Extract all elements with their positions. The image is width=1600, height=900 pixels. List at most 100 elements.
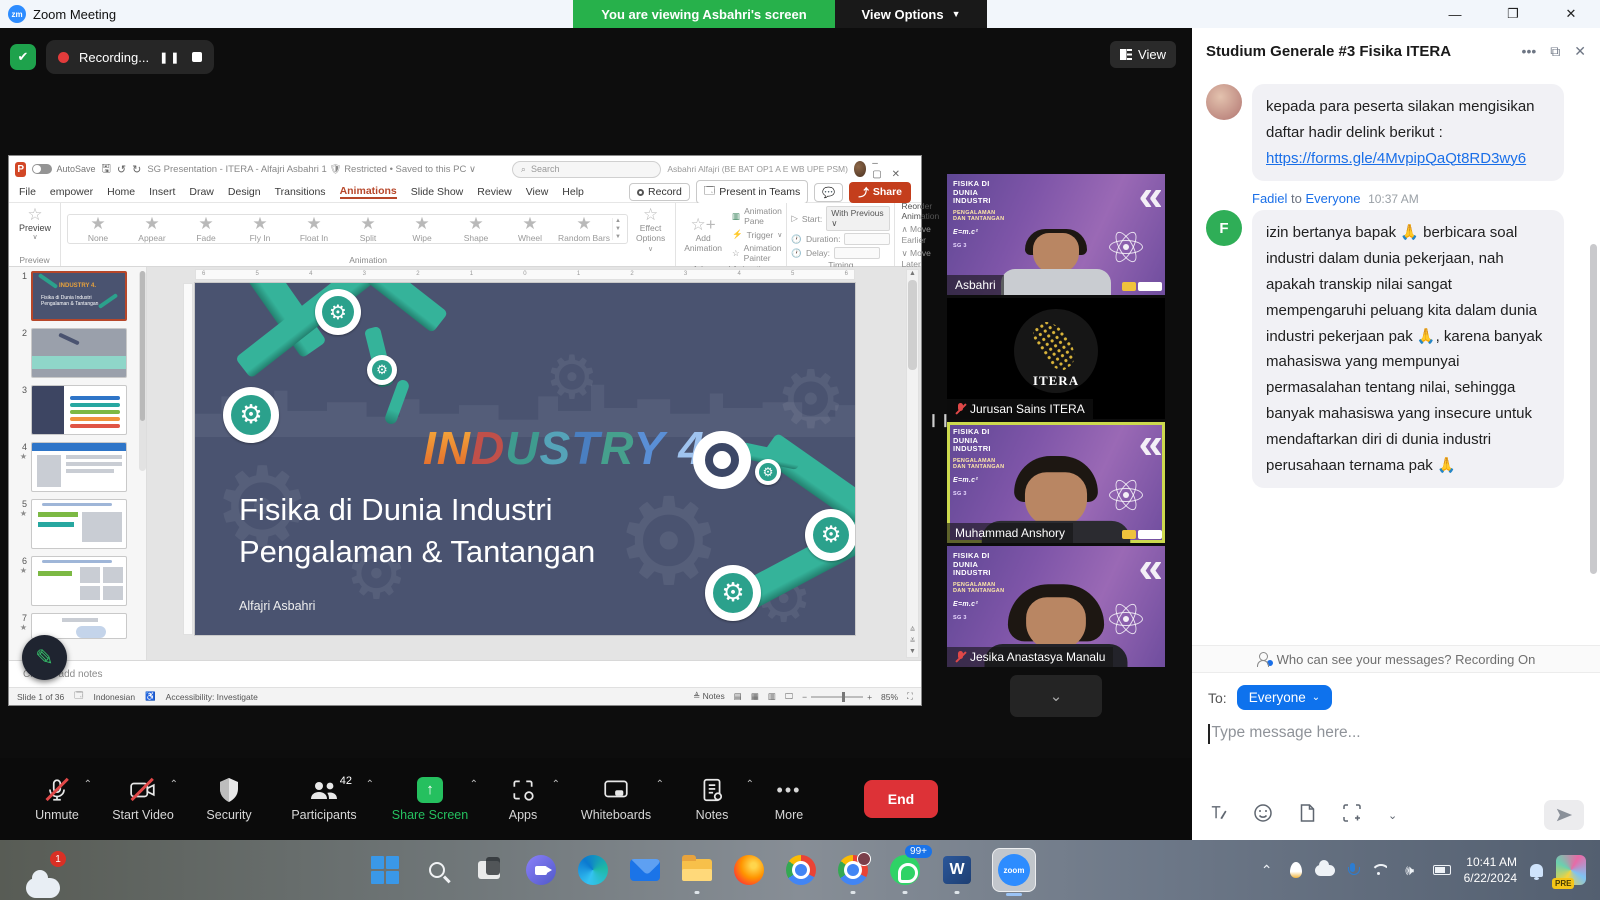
hidden-icons-chevron[interactable]: ⌃ — [1257, 862, 1277, 879]
trigger-button[interactable]: ⚡Trigger ∨ — [732, 229, 782, 240]
zoom-taskbar-icon[interactable]: zoom — [992, 848, 1036, 892]
add-animation-button[interactable]: ☆+ Add Animation — [680, 216, 726, 254]
animation-style[interactable]: ★ Float In — [288, 215, 340, 243]
video-tile-jesika[interactable]: FISIKA DIDUNIAINDUSTRI PENGALAMANDAN TAN… — [947, 546, 1165, 667]
chrome-profile-icon[interactable] — [836, 853, 870, 887]
effect-options-button[interactable]: ☆ Effect Options ∨ — [630, 206, 671, 253]
record-button[interactable]: Record — [629, 183, 690, 201]
notes-button[interactable]: ⌃ Notes — [670, 763, 754, 835]
slide-thumbnail-4[interactable]: 4★ — [13, 442, 144, 492]
ppt-menu-item[interactable]: Design — [228, 186, 261, 198]
slide-thumbnail-5[interactable]: 5★ — [13, 499, 144, 549]
chrome-icon[interactable] — [784, 853, 818, 887]
video-tile-jurusan-sains[interactable]: ITERA Jurusan Sains ITERA — [947, 298, 1165, 419]
file-icon[interactable] — [1299, 803, 1316, 828]
slideshow-button[interactable]: 🖵 — [785, 691, 793, 702]
previous-slide-button[interactable]: ≙ — [910, 626, 916, 634]
comments-button[interactable]: 💬 — [814, 183, 843, 202]
security-button[interactable]: Security — [186, 763, 272, 835]
attendance-link[interactable]: https://forms.gle/4MvpipQaQt8RD3wy6 — [1266, 150, 1526, 167]
save-icon[interactable]: 🖫 — [102, 160, 111, 179]
pre-app-icon[interactable]: PRE — [1556, 855, 1586, 885]
animation-painter-button[interactable]: ☆Animation Painter — [732, 243, 782, 263]
more-button[interactable]: ••• More — [754, 763, 824, 835]
account-avatar[interactable] — [854, 161, 866, 177]
onedrive-cloud-icon[interactable] — [1315, 865, 1335, 876]
ppt-share-button[interactable]: ⤴ Share — [849, 182, 911, 203]
restore-button[interactable]: ❐ — [1484, 6, 1542, 22]
teams-chat-icon[interactable] — [524, 853, 558, 887]
ppt-menu-item[interactable]: Slide Show — [411, 186, 464, 198]
slide-thumbnail-2[interactable]: 2 — [13, 328, 144, 378]
move-later-button[interactable]: ∨ Move Later — [901, 248, 939, 269]
preview-button[interactable]: ☆ Preview ∨ — [13, 206, 57, 241]
gallery-scroll-buttons[interactable]: ▲▼▼ — [612, 218, 623, 240]
chat-scrollbar[interactable] — [1590, 244, 1597, 574]
video-tile-muhammad-anshory[interactable]: FISIKA DIDUNIAINDUSTRI PENGALAMANDAN TAN… — [947, 422, 1165, 543]
battery-icon[interactable] — [1433, 865, 1451, 875]
ppt-menu-item[interactable]: Draw — [189, 186, 214, 198]
animation-style[interactable]: ★ None — [72, 215, 124, 243]
share-screen-button[interactable]: ↑ ⌃ Share Screen — [376, 763, 484, 835]
apps-button[interactable]: ⌃ Apps — [484, 763, 562, 835]
slide-sorter-button[interactable]: ▦ — [751, 691, 759, 702]
volume-icon[interactable]: 🕪 — [1400, 862, 1420, 879]
close-button[interactable]: ✕ — [1542, 6, 1600, 22]
chevron-down-icon[interactable]: ⌄ — [1388, 809, 1397, 822]
wifi-icon[interactable] — [1371, 864, 1387, 876]
start-video-button[interactable]: ⌃ Start Video — [100, 763, 186, 835]
fit-slide-icon[interactable]: ⛶ — [907, 691, 913, 702]
emoji-icon[interactable] — [1253, 803, 1273, 828]
animation-style[interactable]: ★ Wipe — [396, 215, 448, 243]
ppt-menu-item[interactable]: Insert — [149, 186, 175, 198]
slide-thumbnail-7[interactable]: 7★ — [13, 613, 144, 639]
search-button[interactable] — [420, 853, 454, 887]
animation-pane-button[interactable]: ▥Animation Pane — [732, 206, 782, 226]
slide-thumbnail-6[interactable]: 6★ — [13, 556, 144, 606]
language-label[interactable]: Indonesian — [93, 692, 135, 702]
ppt-search-box[interactable]: ⌕ Search — [512, 161, 661, 178]
mail-icon[interactable] — [628, 853, 662, 887]
message-input[interactable]: Type message here... — [1208, 724, 1584, 744]
annotation-pencil-button[interactable]: ✎ — [22, 635, 67, 680]
whiteboards-button[interactable]: ⌃ Whiteboards — [562, 763, 670, 835]
normal-view-button[interactable]: ▤ — [734, 691, 742, 702]
pause-recording-button[interactable]: ❚❚ — [159, 51, 181, 64]
weather-tray-icon[interactable] — [1290, 862, 1302, 878]
animation-style[interactable]: ★ Appear — [126, 215, 178, 243]
zoom-slider[interactable]: −+ — [802, 692, 872, 702]
popout-icon[interactable]: ⧉ — [1550, 43, 1560, 60]
start-button[interactable] — [368, 853, 402, 887]
firefox-icon[interactable] — [732, 853, 766, 887]
screenshot-icon[interactable] — [1342, 803, 1362, 828]
delay-input[interactable] — [834, 247, 880, 259]
animation-style[interactable]: ★ Fade — [180, 215, 232, 243]
animation-style[interactable]: ★ Fly In — [234, 215, 286, 243]
ppt-menu-item[interactable]: Review — [477, 186, 511, 198]
taskbar-clock[interactable]: 10:41 AM 6/22/2024 — [1464, 854, 1517, 886]
move-earlier-button[interactable]: ∧ Move Earlier — [901, 224, 939, 245]
present-in-teams-button[interactable]: 🗔 Present in Teams — [696, 180, 808, 204]
whatsapp-icon[interactable]: 99+ — [888, 853, 922, 887]
autosave-toggle[interactable] — [32, 164, 52, 174]
scroll-up-icon[interactable]: ▲ — [909, 270, 916, 277]
animation-style[interactable]: ★ Wheel — [504, 215, 556, 243]
onedrive-tray-icon[interactable]: 1 — [26, 865, 60, 899]
start-select[interactable]: With Previous ∨ — [826, 206, 890, 231]
unmute-button[interactable]: ⌃ Unmute — [14, 763, 100, 835]
view-options-button[interactable]: View Options▼ — [835, 0, 987, 28]
slide-thumbnail-1[interactable]: 1 INDUSTRY 4. Fisika di Dunia IndustriPe… — [13, 271, 144, 321]
slide-thumbnail-3[interactable]: 3 — [13, 385, 144, 435]
animation-style[interactable]: ★ Shape — [450, 215, 502, 243]
minimize-button[interactable]: — — [1426, 7, 1484, 22]
slide-canvas[interactable]: ⚙ ⚙ ⚙ ⚙ ⚙ ⚙ ⚙ ⚙ ⚙ — [195, 283, 855, 635]
file-explorer-icon[interactable] — [680, 853, 714, 887]
next-slide-button[interactable]: ≚ — [910, 637, 916, 645]
ppt-menu-item[interactable]: Home — [107, 186, 135, 198]
chat-close-icon[interactable]: ✕ — [1574, 43, 1586, 60]
stop-recording-button[interactable] — [192, 52, 202, 62]
end-meeting-button[interactable]: End — [864, 780, 938, 818]
word-icon[interactable]: W — [940, 853, 974, 887]
ppt-window-controls[interactable]: –▢✕ — [872, 158, 913, 180]
animation-style[interactable]: ★ Split — [342, 215, 394, 243]
